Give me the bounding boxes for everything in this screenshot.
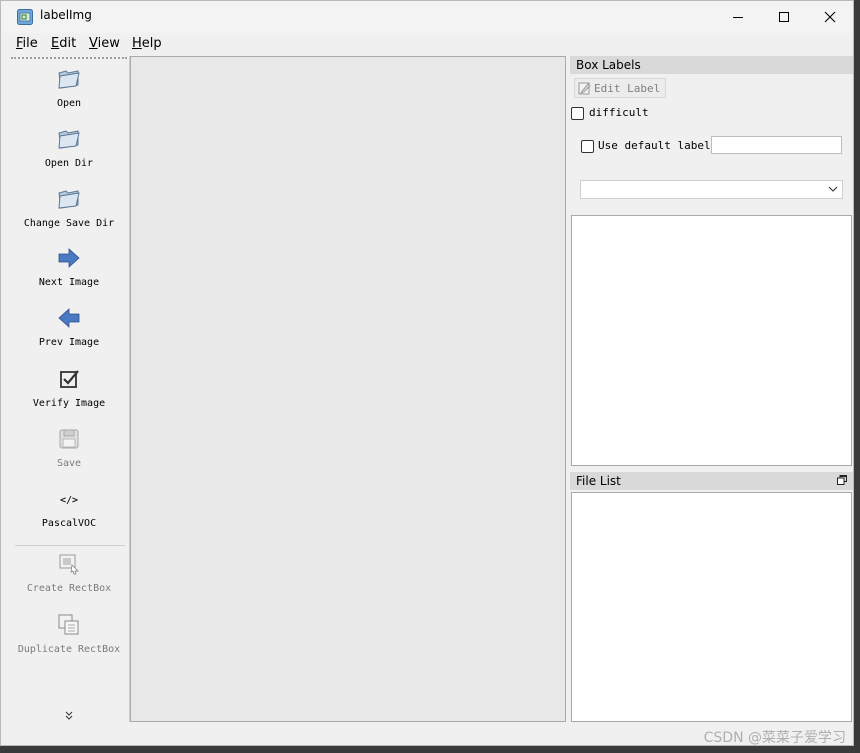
floppy-icon — [59, 429, 79, 449]
toolbar-grip[interactable] — [11, 57, 127, 59]
close-icon — [824, 11, 836, 23]
next-image-label: Next Image — [38, 277, 100, 288]
svg-text:</>: </> — [60, 495, 78, 506]
title-bar: labelImg — [1, 1, 853, 33]
toolbar-extension-chevron-icon[interactable] — [63, 711, 75, 721]
verify-image-label: Verify Image — [32, 398, 106, 409]
maximize-button[interactable] — [761, 1, 807, 33]
desktop-background — [854, 0, 860, 753]
prev-image-button[interactable]: Prev Image — [9, 305, 129, 348]
watermark-text: CSDN @菜菜子爱学习 — [703, 730, 846, 746]
use-default-label-checkbox[interactable] — [581, 140, 594, 153]
difficult-checkbox[interactable] — [571, 107, 584, 120]
minimize-button[interactable] — [715, 1, 761, 33]
file-list[interactable] — [571, 492, 852, 722]
change-save-dir-label: Change Save Dir — [23, 218, 115, 229]
pencil-icon — [578, 82, 591, 95]
default-label-input[interactable] — [711, 136, 842, 154]
folder-icon — [58, 130, 80, 149]
arrow-right-icon — [58, 248, 80, 268]
save-label: Save — [56, 458, 82, 469]
file-list-title: File List — [576, 474, 621, 488]
format-button[interactable]: </> PascalVOC — [9, 486, 129, 529]
duplicate-rectbox-button[interactable]: Duplicate RectBox — [9, 612, 129, 655]
create-rectbox-label: Create RectBox — [26, 583, 112, 594]
box-labels-title-bar[interactable]: Box Labels — [570, 56, 853, 74]
close-button[interactable] — [807, 1, 853, 33]
menu-edit[interactable]: Edit — [51, 36, 76, 51]
image-canvas[interactable] — [130, 56, 566, 722]
window-title: labelImg — [40, 8, 92, 22]
open-dir-button[interactable]: Open Dir — [9, 126, 129, 169]
chevron-down-icon — [828, 186, 838, 192]
folder-icon — [58, 190, 80, 209]
edit-label-text: Edit Label — [594, 81, 661, 95]
menu-bar: File Edit View Help — [1, 33, 853, 55]
file-list-title-bar[interactable]: File List — [570, 472, 853, 490]
code-icon: </> — [60, 495, 78, 506]
verify-image-button[interactable]: Verify Image — [9, 366, 129, 409]
open-label: Open — [56, 98, 82, 109]
next-image-button[interactable]: Next Image — [9, 245, 129, 288]
float-dock-icon[interactable] — [837, 475, 847, 485]
minimize-icon — [733, 17, 743, 18]
box-labels-title: Box Labels — [576, 58, 641, 72]
left-toolbar: Open Open Dir Change Save Dir Next Image — [9, 56, 130, 722]
change-save-dir-button[interactable]: Change Save Dir — [9, 186, 129, 229]
duplicate-rectbox-label: Duplicate RectBox — [17, 644, 121, 655]
label-list[interactable] — [571, 215, 852, 466]
format-label: PascalVOC — [41, 518, 97, 529]
app-window: labelImg File Edit View Help Open Open D… — [0, 0, 854, 746]
menu-file[interactable]: File — [16, 36, 38, 51]
toolbar-separator — [15, 545, 125, 546]
box-labels-dock: Box Labels Edit Label difficult Use defa… — [570, 56, 853, 468]
prev-image-label: Prev Image — [38, 337, 100, 348]
edit-label-button[interactable]: Edit Label — [574, 78, 666, 98]
rectbox-icon — [59, 554, 79, 575]
duplicate-icon — [58, 614, 79, 635]
checkbox-icon — [60, 370, 79, 388]
use-default-label-text: Use default label — [598, 139, 711, 152]
labelimg-logo-icon — [17, 9, 33, 25]
maximize-icon — [779, 12, 789, 22]
open-dir-label: Open Dir — [44, 158, 94, 169]
folder-icon — [58, 70, 80, 89]
arrow-left-icon — [58, 308, 80, 328]
open-button[interactable]: Open — [9, 66, 129, 109]
menu-help[interactable]: Help — [132, 36, 162, 51]
save-button[interactable]: Save — [9, 426, 129, 469]
menu-view[interactable]: View — [89, 36, 120, 51]
create-rectbox-button[interactable]: Create RectBox — [9, 551, 129, 594]
difficult-label: difficult — [589, 106, 649, 119]
label-combobox[interactable] — [580, 180, 843, 199]
file-list-dock: File List — [570, 472, 853, 722]
